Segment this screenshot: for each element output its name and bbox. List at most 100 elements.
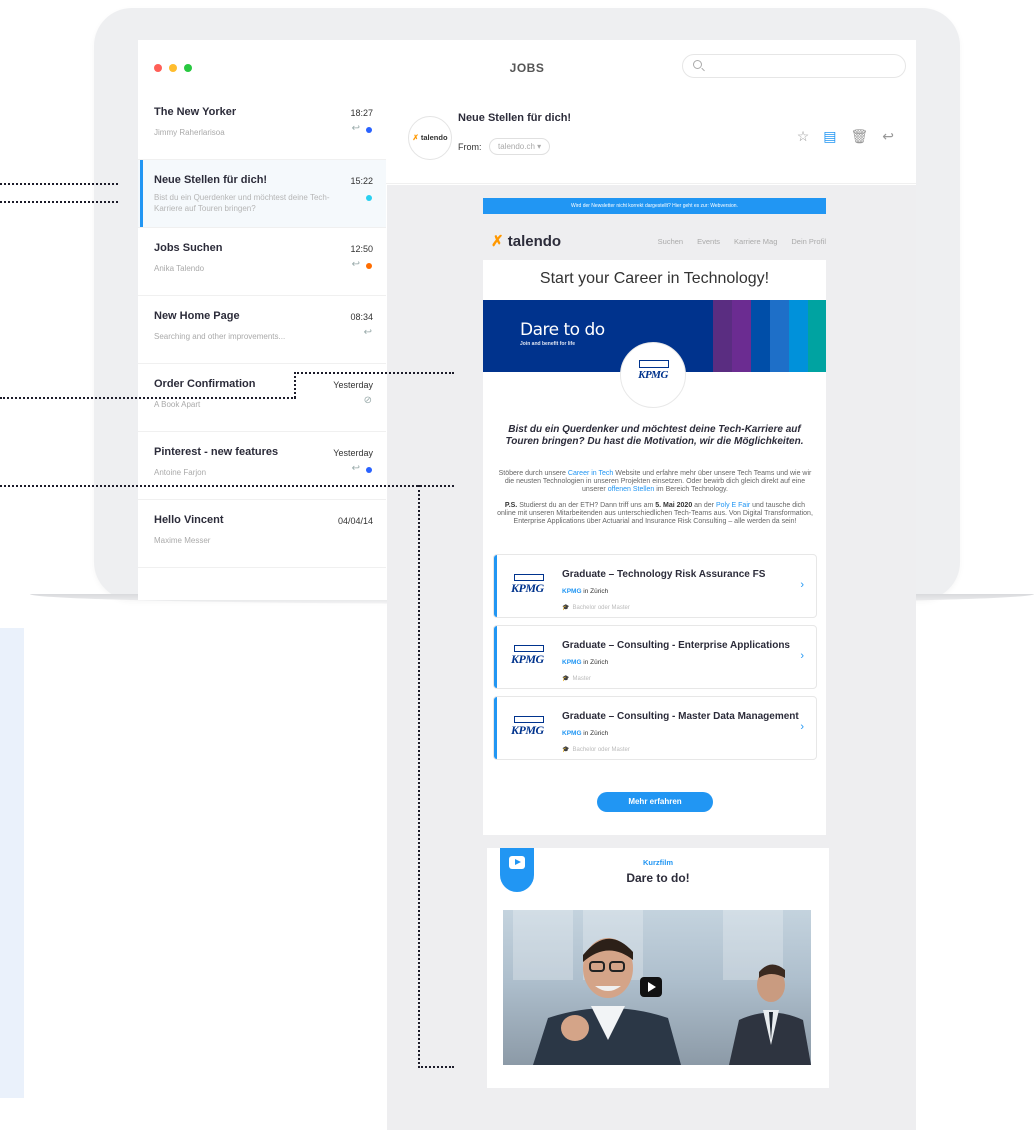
connector-line — [0, 183, 118, 185]
job-card[interactable]: KPMG Graduate – Consulting - Master Data… — [493, 696, 817, 760]
connector-line — [0, 397, 296, 399]
inbox-item[interactable]: Pinterest - new features Yesterday Antoi… — [138, 432, 386, 500]
attachment-icon: ⊘ — [363, 395, 372, 406]
video-kicker: Kurzfilm — [643, 858, 673, 867]
nav-link[interactable]: Suchen — [658, 237, 683, 246]
newsletter-nav: ✗ talendo Suchen Events Karriere Mag Dei… — [491, 226, 826, 256]
mehr-erfahren-button[interactable]: Mehr erfahren — [597, 792, 713, 812]
inbox-item-subject: Pinterest - new features — [154, 446, 279, 458]
connector-line — [0, 485, 454, 487]
inbox-item-time: 12:50 — [350, 244, 373, 254]
message-header: ✗ talendo Neue Stellen für dich! From: t… — [386, 92, 916, 184]
kpmg-logo: KPMG — [511, 723, 544, 737]
reply-icon: ↩ — [351, 259, 360, 270]
video-thumbnail[interactable] — [503, 910, 811, 1065]
document-icon[interactable]: ▤ — [823, 128, 836, 145]
newsletter-headline: Start your Career in Technology! — [539, 270, 770, 287]
inbox-item-time: 15:22 — [350, 176, 373, 186]
from-dropdown[interactable]: talendo.ch ▾ — [489, 138, 551, 155]
job-card[interactable]: KPMG Graduate – Technology Risk Assuranc… — [493, 554, 817, 618]
webversion-bar[interactable]: Wird der Newsletter nicht korrekt darges… — [483, 198, 826, 214]
connector-line — [294, 372, 454, 374]
reply-icon: ↩ — [363, 327, 372, 338]
chevron-right-icon: › — [800, 721, 804, 733]
video-badge — [500, 848, 534, 892]
poly-e-fair-link[interactable]: Poly E Fair — [716, 502, 750, 509]
unread-dot — [366, 263, 372, 269]
inbox-item[interactable]: New Home Page 08:34 Searching and other … — [138, 296, 386, 364]
message-subject: Neue Stellen für dich! — [458, 112, 572, 124]
reply-icon[interactable]: ↩ — [882, 128, 894, 145]
banner-slogan: Dare to do — [520, 320, 605, 340]
job-title: Graduate – Consulting - Master Data Mana… — [562, 711, 799, 722]
banner-subline: Join and benefit for life — [520, 341, 576, 347]
job-title: Graduate – Consulting - Enterprise Appli… — [562, 640, 790, 651]
job-location: KPMG in Zürich — [562, 659, 609, 666]
inbox-item-time: Yesterday — [333, 448, 373, 458]
background-panel — [0, 628, 24, 1098]
sender-avatar: ✗ talendo — [408, 116, 452, 160]
nav-link[interactable]: Events — [697, 237, 720, 246]
inbox-item[interactable]: Neue Stellen für dich! 15:22 Bist du ein… — [138, 160, 386, 228]
inbox-item-time: Yesterday — [333, 380, 373, 390]
talendo-logo[interactable]: ✗ talendo — [491, 232, 561, 250]
chevron-right-icon: › — [800, 579, 804, 591]
kpmg-logo: KPMG — [620, 342, 686, 408]
inbox-item-sender: Jimmy Raherlarisoa — [154, 128, 225, 137]
inbox-item-subject: The New Yorker — [154, 106, 237, 118]
search-input[interactable] — [682, 54, 906, 78]
inbox-item-sender: A Book Apart — [154, 400, 201, 409]
inbox-item-time: 18:27 — [350, 108, 373, 118]
connector-line — [294, 372, 296, 398]
message-actions: ☆ ▤ 🗑 ↩ — [797, 128, 894, 145]
newsletter-body: Start your Career in Technology! Dare to… — [483, 260, 826, 835]
inbox-item-sender: Antoine Farjon — [154, 468, 207, 477]
kpmg-logo: KPMG — [511, 652, 544, 666]
career-in-tech-link[interactable]: Career in Tech — [568, 470, 613, 477]
inbox-item-sender: Maxime Messer — [154, 536, 211, 545]
ps-paragraph: P.S. Studierst du an der ETH? Dann triff… — [497, 502, 813, 525]
connector-line — [418, 1066, 454, 1068]
inbox-item[interactable]: Jobs Suchen 12:50 Anika Talendo ↩ — [138, 228, 386, 296]
job-degree: 🎓 Master — [562, 676, 591, 682]
unread-dot — [366, 195, 372, 201]
job-location: KPMG in Zürich — [562, 588, 609, 595]
inbox-item-sender: Anika Talendo — [154, 264, 205, 273]
reply-icon: ↩ — [351, 123, 360, 134]
chevron-right-icon: › — [800, 650, 804, 662]
nav-link[interactable]: Dein Profil — [791, 237, 826, 246]
inbox-item-preview: Bist du ein Querdenker und möchtest dein… — [154, 193, 330, 213]
kpmg-logo: KPMG — [511, 581, 544, 595]
nav-link[interactable]: Karriere Mag — [734, 237, 777, 246]
job-degree: 🎓 Bachelor oder Master — [562, 747, 630, 753]
inbox-item-subject: Order Confirmation — [154, 378, 256, 390]
job-location: KPMG in Zürich — [562, 730, 609, 737]
trash-icon[interactable]: 🗑 — [850, 128, 868, 145]
unread-dot — [366, 467, 372, 473]
job-card[interactable]: KPMG Graduate – Consulting - Enterprise … — [493, 625, 817, 689]
connector-line — [418, 485, 420, 1068]
graduation-cap-icon: 🎓 — [562, 605, 570, 611]
job-title: Graduate – Technology Risk Assurance FS — [562, 569, 766, 580]
inbox-item[interactable]: Hello Vincent 04/04/14 Maxime Messer — [138, 500, 386, 568]
from-label: From: — [458, 142, 482, 152]
inbox-item-subject: Hello Vincent — [154, 514, 224, 526]
inbox-item-sender: Searching and other improvements... — [154, 332, 286, 341]
connector-line — [0, 201, 118, 203]
inbox-item-time: 04/04/14 — [337, 516, 373, 526]
graduation-cap-icon: 🎓 — [562, 676, 570, 682]
video-card: Kurzfilm Dare to do! — [487, 848, 829, 1088]
inbox-item-subject: Jobs Suchen — [154, 242, 223, 254]
open-positions-link[interactable]: offenen Stellen — [608, 486, 655, 493]
reply-icon: ↩ — [351, 463, 360, 474]
inbox-item[interactable]: The New Yorker 18:27 Jimmy Raherlarisoa … — [138, 92, 386, 160]
star-icon[interactable]: ☆ — [797, 128, 810, 145]
play-button[interactable] — [640, 977, 662, 997]
inbox-item-subject: Neue Stellen für dich! — [154, 174, 268, 186]
job-degree: 🎓 Bachelor oder Master — [562, 605, 630, 611]
inbox-item-subject: New Home Page — [154, 310, 240, 322]
search-icon — [693, 60, 702, 69]
graduation-cap-icon: 🎓 — [562, 747, 570, 753]
unread-dot — [366, 127, 372, 133]
inbox-list: The New Yorker 18:27 Jimmy Raherlarisoa … — [138, 92, 386, 600]
